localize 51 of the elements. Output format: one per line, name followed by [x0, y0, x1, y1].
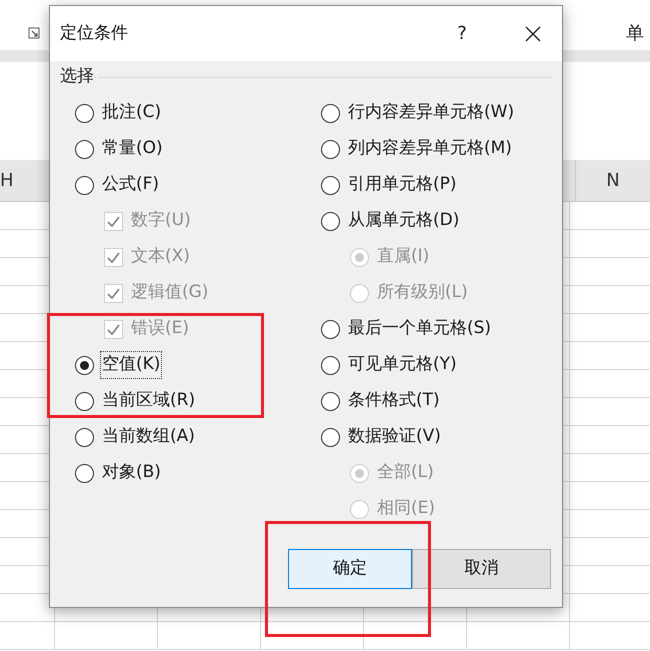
check-icon: [107, 216, 120, 226]
dialog-launcher-icon[interactable]: [28, 27, 40, 39]
option-label: 常量(O): [101, 137, 164, 160]
check-icon: [107, 252, 120, 262]
radio-button[interactable]: [321, 428, 340, 446]
radio-button[interactable]: [321, 392, 340, 410]
close-icon: [525, 26, 541, 42]
option-label: 数字(U): [130, 209, 192, 232]
dialog-button[interactable]: 取消: [412, 549, 551, 589]
option-label: 可见单元格(Y): [347, 353, 458, 376]
check-icon: [107, 288, 120, 298]
radio-button[interactable]: [75, 428, 94, 446]
radio-button[interactable]: [321, 320, 340, 338]
radio-button[interactable]: [321, 176, 340, 194]
dialog-button[interactable]: 确定: [288, 549, 412, 589]
option-label: 空值(K): [101, 352, 162, 378]
column-header[interactable]: N: [575, 160, 650, 201]
check-icon: [107, 324, 120, 334]
radio-button[interactable]: [75, 104, 94, 122]
option-label: 文本(X): [130, 245, 191, 268]
radio-button[interactable]: [321, 140, 340, 158]
option-label: 条件格式(T): [347, 389, 441, 412]
option-label: 批注(C): [101, 101, 162, 124]
radio-button[interactable]: [321, 356, 340, 374]
radio-button[interactable]: [321, 104, 340, 122]
option-label: 全部(L): [376, 461, 435, 484]
window-title: 定位条件: [60, 22, 128, 45]
option-label: 逻辑值(G): [130, 281, 210, 304]
option-label: 行内容差异单元格(W): [347, 101, 516, 124]
option-label: 对象(B): [101, 461, 162, 484]
radio-button[interactable]: [75, 464, 94, 482]
option-label: 所有级别(L): [376, 281, 469, 304]
option-label: 最后一个单元格(S): [347, 317, 492, 340]
option-label: 直属(I): [376, 245, 430, 268]
option-label: 错误(E): [130, 317, 190, 340]
option-label: 当前区域(R): [101, 389, 196, 412]
group-label: 选择: [60, 65, 95, 88]
radio-button[interactable]: [75, 176, 94, 194]
help-button[interactable]: ?: [442, 14, 482, 54]
option-label: 从属单元格(D): [347, 209, 460, 232]
radio-button[interactable]: [75, 356, 94, 374]
option-label: 引用单元格(P): [347, 173, 458, 196]
ribbon-label: 单: [626, 22, 644, 46]
option-label: 列内容差异单元格(M): [347, 137, 513, 160]
option-label: 当前数组(A): [101, 425, 196, 448]
radio-button[interactable]: [75, 392, 94, 410]
option-label: 相同(E): [376, 497, 436, 520]
option-label: 数据验证(V): [347, 425, 442, 448]
option-label: 公式(F): [101, 173, 160, 196]
radio-button[interactable]: [321, 212, 340, 230]
radio-button[interactable]: [75, 140, 94, 158]
